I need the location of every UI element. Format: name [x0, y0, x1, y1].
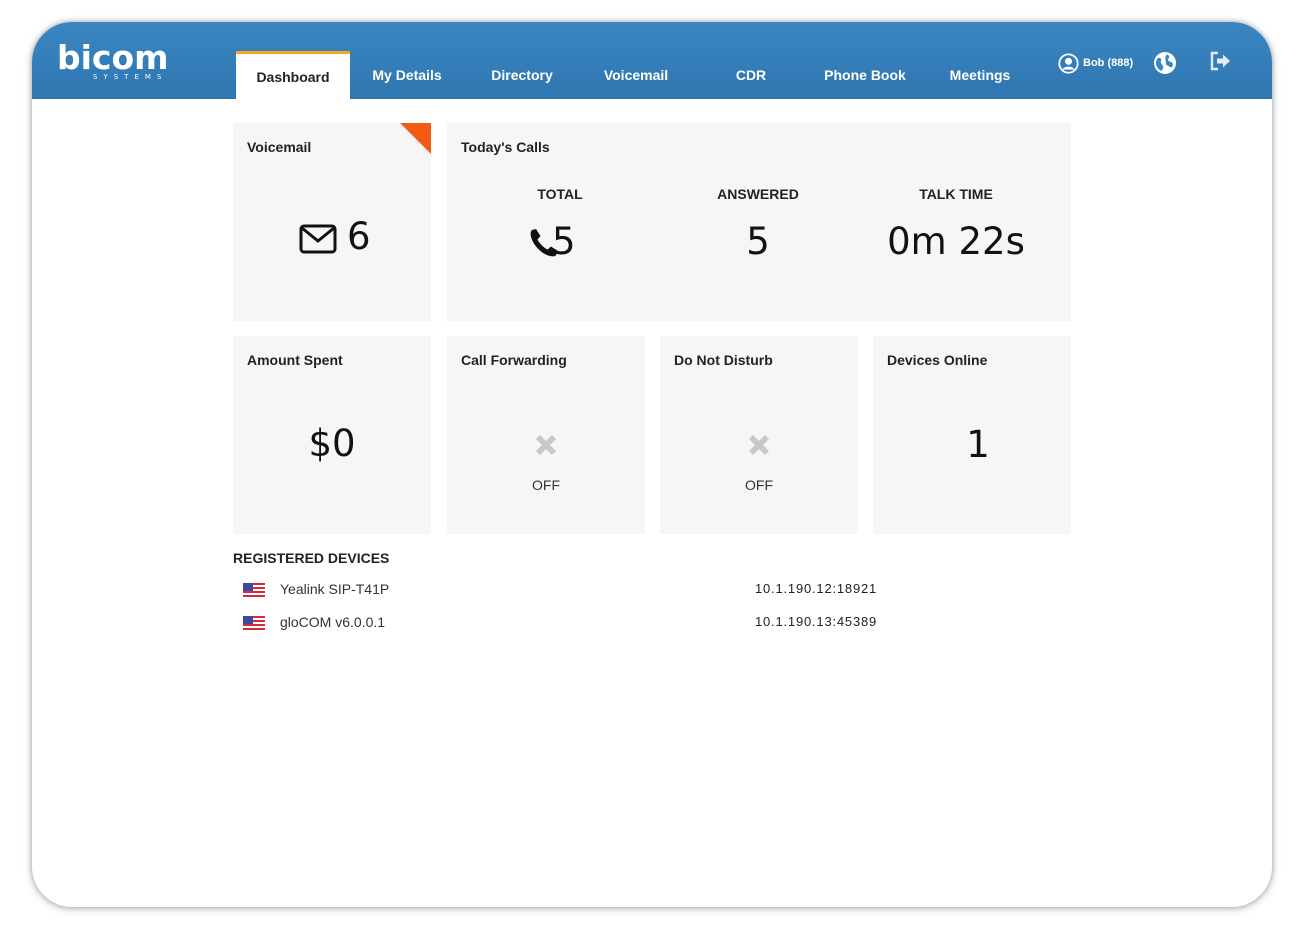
call-forwarding-card[interactable]: Call Forwarding OFF	[447, 336, 645, 534]
logout-icon[interactable]	[1209, 50, 1233, 72]
us-flag-icon	[243, 616, 265, 630]
device-ip: 10.1.190.13:45389	[755, 614, 878, 629]
tab-directory[interactable]: Directory	[465, 51, 579, 99]
bicom-logo[interactable]: bicom SYSTEMS	[57, 40, 177, 84]
new-voicemail-indicator	[400, 123, 431, 154]
globe-icon[interactable]	[1153, 51, 1177, 75]
tab-cdr[interactable]: CDR	[694, 51, 808, 99]
talk-time-label: TALK TIME	[919, 186, 993, 202]
answered-label: ANSWERED	[717, 186, 799, 202]
call-forwarding-status: OFF	[532, 477, 560, 493]
total-label: TOTAL	[537, 186, 583, 202]
do-not-disturb-status: OFF	[745, 477, 773, 493]
card-title: Amount Spent	[247, 352, 343, 368]
logo-wordmark: bicom	[57, 38, 169, 77]
tab-dashboard[interactable]: Dashboard	[236, 51, 350, 99]
logo-subtitle: SYSTEMS	[93, 73, 168, 81]
user-icon	[1058, 52, 1079, 74]
devices-online-value: 1	[966, 423, 990, 466]
card-title: Today's Calls	[461, 139, 550, 155]
do-not-disturb-card[interactable]: Do Not Disturb OFF	[660, 336, 858, 534]
top-navigation-bar: bicom SYSTEMS Dashboard My Details Direc…	[32, 22, 1272, 99]
card-title: Voicemail	[247, 139, 312, 155]
voicemail-count-group: 6	[299, 215, 419, 261]
amount-spent-value: $0	[308, 422, 356, 465]
todays-calls-card: Today's Calls TOTAL ANSWERED TALK TIME 5…	[447, 123, 1071, 321]
registered-devices-heading: REGISTERED DEVICES	[233, 550, 390, 566]
x-icon	[749, 435, 769, 455]
voicemail-count: 6	[347, 215, 371, 258]
device-row: gloCOM v6.0.0.1 10.1.190.13:45389	[243, 613, 903, 633]
device-ip: 10.1.190.12:18921	[755, 581, 878, 596]
tab-my-details[interactable]: My Details	[350, 51, 464, 99]
tab-meetings[interactable]: Meetings	[923, 51, 1037, 99]
devices-online-card: Devices Online 1	[873, 336, 1071, 534]
total-calls-value: 5	[552, 220, 576, 263]
user-menu[interactable]: Bob (888)	[1058, 52, 1133, 74]
answered-calls-value: 5	[746, 220, 770, 263]
voicemail-card[interactable]: Voicemail 6	[233, 123, 431, 321]
card-title: Do Not Disturb	[674, 352, 773, 368]
talk-time-value: 0m 22s	[887, 220, 1025, 263]
user-name: Bob (888)	[1083, 57, 1134, 69]
us-flag-icon	[243, 583, 265, 597]
app-window: bicom SYSTEMS Dashboard My Details Direc…	[32, 22, 1272, 907]
device-name: gloCOM v6.0.0.1	[280, 614, 386, 630]
envelope-icon	[299, 224, 337, 254]
device-row: Yealink SIP-T41P 10.1.190.12:18921	[243, 580, 903, 600]
tab-phone-book[interactable]: Phone Book	[808, 51, 922, 99]
device-name: Yealink SIP-T41P	[280, 581, 390, 597]
tab-voicemail[interactable]: Voicemail	[579, 51, 693, 99]
x-icon	[536, 435, 556, 455]
amount-spent-card: Amount Spent $0	[233, 336, 431, 534]
card-title: Call Forwarding	[461, 352, 567, 368]
card-title: Devices Online	[887, 352, 988, 368]
